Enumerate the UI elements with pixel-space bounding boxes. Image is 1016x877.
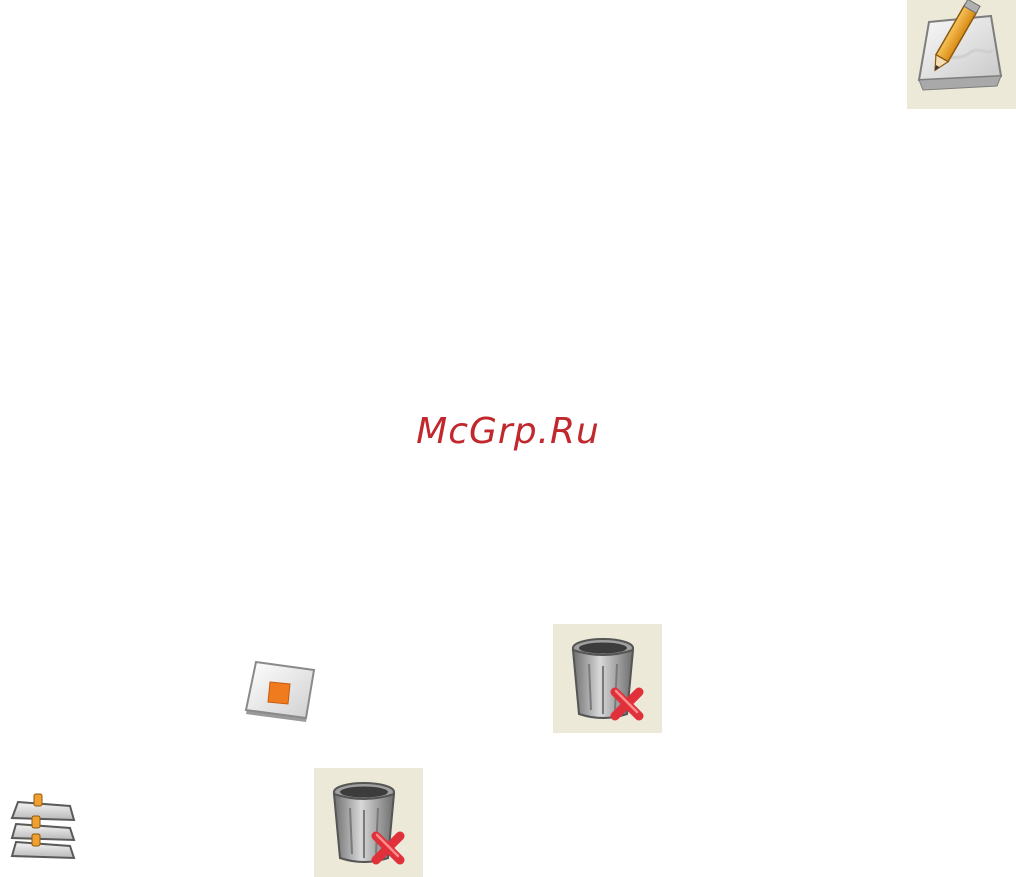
trash-delete-icon	[571, 638, 644, 721]
watermark-text: McGrp.Ru	[416, 411, 600, 452]
edit-button[interactable]	[907, 0, 1016, 109]
delete-button-2[interactable]	[314, 768, 423, 877]
edit-pencil-icon	[917, 0, 1003, 91]
stacked-layers-icon	[10, 793, 76, 860]
trash-delete-icon	[332, 782, 405, 865]
stop-button[interactable]	[244, 660, 318, 726]
stop-square-icon	[244, 660, 316, 722]
layers-button[interactable]	[8, 790, 80, 866]
delete-button-1[interactable]	[553, 624, 662, 733]
